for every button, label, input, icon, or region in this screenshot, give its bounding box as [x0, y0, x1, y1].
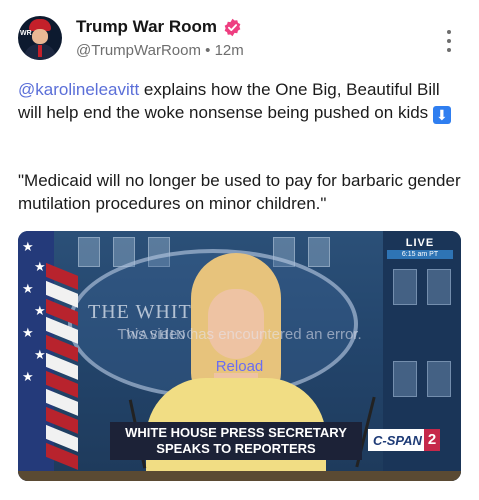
network-number: 2 — [423, 429, 441, 451]
network-name: C-SPAN — [373, 432, 422, 448]
live-label: LIVE — [405, 237, 435, 249]
avatar-label: WR — [20, 30, 32, 37]
verified-badge-icon — [223, 18, 242, 37]
display-name[interactable]: Trump War Room — [76, 17, 217, 37]
more-options-icon[interactable] — [447, 30, 453, 52]
podium — [18, 471, 461, 481]
handle[interactable]: @TrumpWarRoom — [76, 42, 201, 59]
post-meta: @TrumpWarRoom • 12m — [76, 42, 244, 59]
avatar[interactable]: WR — [18, 16, 62, 60]
meta-separator: • — [205, 42, 211, 59]
mention-link[interactable]: @karolineleavitt — [18, 80, 139, 99]
post-header: WR Trump War Room @TrumpWarRoom • 12m — [18, 14, 463, 64]
backdrop-window — [308, 237, 330, 267]
avatar-tie — [38, 45, 42, 57]
chyron-line-2: SPEAKS TO REPORTERS — [156, 441, 316, 456]
video-player[interactable]: THE WHITE HOUSE WASHINGTON ★ ★ ★ ★ ★ ★ ★ — [18, 231, 461, 481]
live-indicator: LIVE 6:15 am PT — [387, 237, 453, 259]
chyron: WHITE HOUSE PRESS SECRETARY SPEAKS TO RE… — [110, 422, 362, 460]
american-flag: ★ ★ ★ ★ ★ ★ ★ — [18, 231, 78, 481]
reload-button[interactable]: Reload — [18, 358, 461, 375]
down-arrow-icon: ⬇ — [432, 105, 451, 124]
post-body: @karolineleavitt explains how the One Bi… — [18, 79, 464, 124]
avatar-face — [32, 29, 48, 44]
live-time: 6:15 am PT — [387, 250, 453, 259]
post-quote: "Medicaid will no longer be used to pay … — [18, 171, 461, 213]
chyron-line-1: WHITE HOUSE PRESS SECRETARY — [125, 425, 347, 440]
cspan-logo: C-SPAN 2 — [368, 429, 441, 451]
video-error-message: This video has encountered an error. — [117, 326, 362, 343]
timestamp[interactable]: 12m — [215, 42, 244, 59]
backdrop-window — [78, 237, 100, 267]
name-row: Trump War Room — [76, 17, 242, 37]
